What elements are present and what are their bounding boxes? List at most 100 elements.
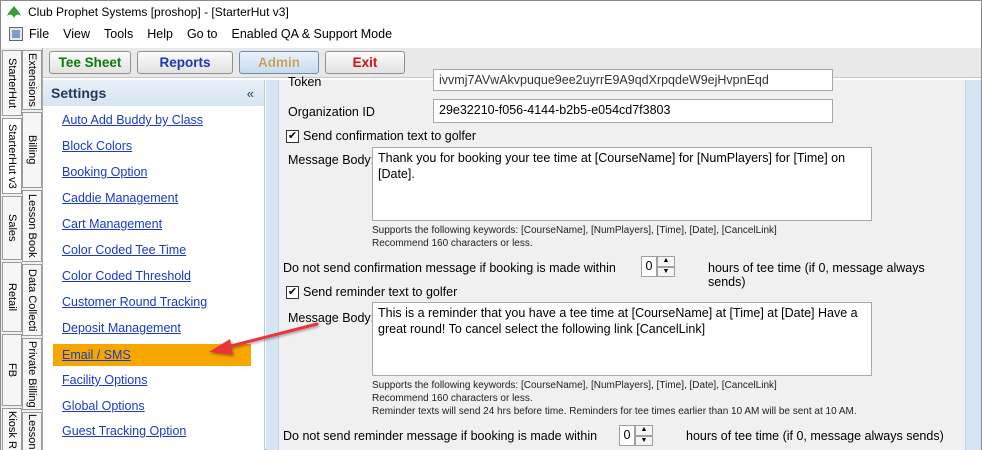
settings-item-auto-add-buddy[interactable]: Auto Add Buddy by Class bbox=[43, 110, 253, 130]
tab-private-billing[interactable]: Private Billing bbox=[22, 338, 42, 410]
confirmation-length-hint: Recommend 160 characters or less. bbox=[372, 238, 533, 249]
tab-extensions[interactable]: Extensions bbox=[22, 50, 42, 110]
menu-file[interactable]: File bbox=[29, 27, 49, 41]
stepper-up-icon[interactable]: ▲ bbox=[635, 425, 653, 436]
reminder-message-textarea[interactable]: This is a reminder that you have a tee t… bbox=[372, 302, 872, 376]
settings-item-label[interactable]: Color Coded Tee Time bbox=[62, 243, 186, 257]
confirmation-message-label: Message Body: bbox=[288, 153, 375, 167]
settings-item-label[interactable]: Deposit Management bbox=[62, 321, 181, 335]
menu-qa-support-mode[interactable]: Enabled QA & Support Mode bbox=[232, 27, 393, 41]
settings-item-booking-option[interactable]: Booking Option bbox=[43, 162, 253, 182]
settings-item-label[interactable]: Guest Tracking Option bbox=[62, 424, 186, 438]
reminder-nosend-label: Do not send reminder message if booking … bbox=[283, 429, 598, 443]
tab-retail[interactable]: Retail bbox=[2, 262, 22, 332]
settings-item-color-coded-tee-time[interactable]: Color Coded Tee Time bbox=[43, 240, 253, 260]
settings-item-label[interactable]: Block Colors bbox=[62, 139, 132, 153]
exit-button[interactable]: Exit bbox=[325, 51, 405, 74]
tab-label: Data Collecti bbox=[26, 268, 38, 332]
confirmation-keywords-hint: Supports the following keywords: [Course… bbox=[372, 225, 777, 236]
collapse-chevron-icon[interactable]: « bbox=[247, 86, 254, 101]
confirmation-hours-value[interactable]: 0 bbox=[641, 256, 657, 277]
tab-fb[interactable]: FB bbox=[2, 334, 22, 406]
settings-item-label[interactable]: Customer Round Tracking bbox=[62, 295, 207, 309]
settings-header: Settings « bbox=[43, 80, 264, 106]
stepper-down-icon[interactable]: ▼ bbox=[657, 266, 675, 277]
reminder-hours-suffix: hours of tee time (if 0, message always … bbox=[686, 429, 944, 443]
tab-label: Kiosk R bbox=[6, 410, 18, 449]
send-reminder-checkbox[interactable]: ✔ bbox=[286, 286, 299, 299]
reminder-keywords-hint: Supports the following keywords: [Course… bbox=[372, 380, 777, 391]
reports-button[interactable]: Reports bbox=[137, 51, 233, 74]
tee-sheet-button[interactable]: Tee Sheet bbox=[49, 51, 131, 74]
tab-label: Billing bbox=[26, 135, 38, 165]
settings-item-label[interactable]: Facility Options bbox=[62, 373, 147, 387]
tab-billing[interactable]: Billing bbox=[22, 112, 42, 188]
settings-item-deposit-management[interactable]: Deposit Management bbox=[43, 318, 253, 338]
admin-button[interactable]: Admin bbox=[239, 51, 319, 74]
organization-id-field[interactable]: 29e32210-f056-4144-b2b5-e054cd7f3803 bbox=[433, 99, 833, 123]
settings-item-cart-management[interactable]: Cart Management bbox=[43, 214, 253, 234]
tab-lesson-book[interactable]: Lesson Book bbox=[22, 190, 42, 262]
settings-item-label[interactable]: Color Coded Threshold bbox=[62, 269, 191, 283]
settings-title: Settings bbox=[51, 85, 107, 101]
tab-label: Extensions bbox=[26, 53, 38, 107]
stepper-down-icon[interactable]: ▼ bbox=[635, 435, 653, 446]
settings-item-color-coded-threshold[interactable]: Color Coded Threshold bbox=[43, 266, 253, 286]
tab-label: FB bbox=[6, 362, 18, 378]
menu-help[interactable]: Help bbox=[147, 27, 173, 41]
email-sms-settings-area: Token ivvmj7AVwAkvpuque9ee2uyrrE9A9qdXrp… bbox=[266, 69, 981, 450]
tab-starterhut-v3[interactable]: StarterHut v3 bbox=[2, 118, 22, 194]
window-title: Club Prophet Systems [proshop] - [Starte… bbox=[28, 5, 289, 19]
tab-label: Private Billing bbox=[26, 340, 38, 408]
tab-label: Retail bbox=[6, 282, 18, 312]
send-confirmation-checkbox[interactable]: ✔ bbox=[286, 130, 299, 143]
settings-item-label[interactable]: Booking Option bbox=[62, 165, 147, 179]
settings-panel: Settings « Auto Add Buddy by Class Block… bbox=[43, 80, 265, 450]
send-reminder-label[interactable]: Send reminder text to golfer bbox=[303, 285, 457, 299]
confirmation-hours-suffix: hours of tee time (if 0, message always … bbox=[708, 261, 925, 289]
reminder-schedule-hint: Reminder texts will send 24 hrs before t… bbox=[372, 406, 857, 417]
settings-item-label[interactable]: Global Options bbox=[62, 399, 145, 413]
stepper-up-icon[interactable]: ▲ bbox=[657, 256, 675, 267]
vertical-tab-strip: StarterHut StarterHut v3 Sales Retail FB… bbox=[1, 48, 43, 450]
menu-tools[interactable]: Tools bbox=[104, 27, 133, 41]
settings-item-label[interactable]: Email / SMS bbox=[62, 348, 131, 362]
settings-item-guest-tracking-option[interactable]: Guest Tracking Option bbox=[43, 421, 253, 441]
token-field[interactable]: ivvmj7AVwAkvpuque9ee2uyrrE9A9qdXrpqdeW9e… bbox=[433, 69, 833, 91]
settings-item-customer-round-tracking[interactable]: Customer Round Tracking bbox=[43, 292, 253, 312]
tab-sales[interactable]: Sales bbox=[2, 196, 22, 260]
confirmation-hours-stepper[interactable]: 0 ▲ ▼ bbox=[641, 256, 675, 277]
reminder-message-label: Message Body: bbox=[288, 311, 375, 325]
menu-bar: File View Tools Help Go to Enabled QA & … bbox=[1, 23, 981, 45]
reminder-hours-value[interactable]: 0 bbox=[619, 425, 635, 446]
send-confirmation-label[interactable]: Send confirmation text to golfer bbox=[303, 129, 476, 143]
menu-goto[interactable]: Go to bbox=[187, 27, 218, 41]
tab-kiosk[interactable]: Kiosk R bbox=[2, 408, 22, 450]
settings-item-email-sms[interactable]: Email / SMS bbox=[53, 344, 251, 366]
email-sms-form[interactable]: Token ivvmj7AVwAkvpuque9ee2uyrrE9A9qdXrp… bbox=[278, 69, 966, 450]
tab-label: StarterHut bbox=[6, 57, 18, 109]
tab-data-collection[interactable]: Data Collecti bbox=[22, 264, 42, 336]
settings-item-label[interactable]: Auto Add Buddy by Class bbox=[62, 113, 203, 127]
settings-item-label[interactable]: Caddie Management bbox=[62, 191, 178, 205]
tab-lesson[interactable]: Lesson bbox=[22, 412, 42, 450]
tab-label: Sales bbox=[6, 214, 18, 242]
tab-label: Lesson bbox=[26, 413, 38, 450]
settings-item-label[interactable]: Cart Management bbox=[62, 217, 162, 231]
app-window: Club Prophet Systems [proshop] - [Starte… bbox=[0, 0, 982, 450]
tab-label: Lesson Book bbox=[26, 194, 38, 258]
settings-item-facility-options[interactable]: Facility Options bbox=[43, 370, 253, 390]
confirmation-nosend-label: Do not send confirmation message if book… bbox=[283, 261, 616, 275]
settings-item-block-colors[interactable]: Block Colors bbox=[43, 136, 253, 156]
reminder-length-hint: Recommend 160 characters or less. bbox=[372, 393, 533, 404]
stepper-buttons: ▲ ▼ bbox=[635, 425, 653, 446]
menu-view[interactable]: View bbox=[63, 27, 90, 41]
tab-label: StarterHut v3 bbox=[6, 123, 18, 189]
tab-starterhut[interactable]: StarterHut bbox=[2, 50, 22, 116]
settings-item-caddie-management[interactable]: Caddie Management bbox=[43, 188, 253, 208]
settings-item-global-options[interactable]: Global Options bbox=[43, 396, 253, 416]
confirmation-message-textarea[interactable]: Thank you for booking your tee time at [… bbox=[372, 147, 872, 221]
club-prophet-logo-icon bbox=[7, 6, 21, 18]
reminder-hours-stepper[interactable]: 0 ▲ ▼ bbox=[619, 425, 653, 446]
window-menu-icon[interactable] bbox=[9, 27, 23, 41]
